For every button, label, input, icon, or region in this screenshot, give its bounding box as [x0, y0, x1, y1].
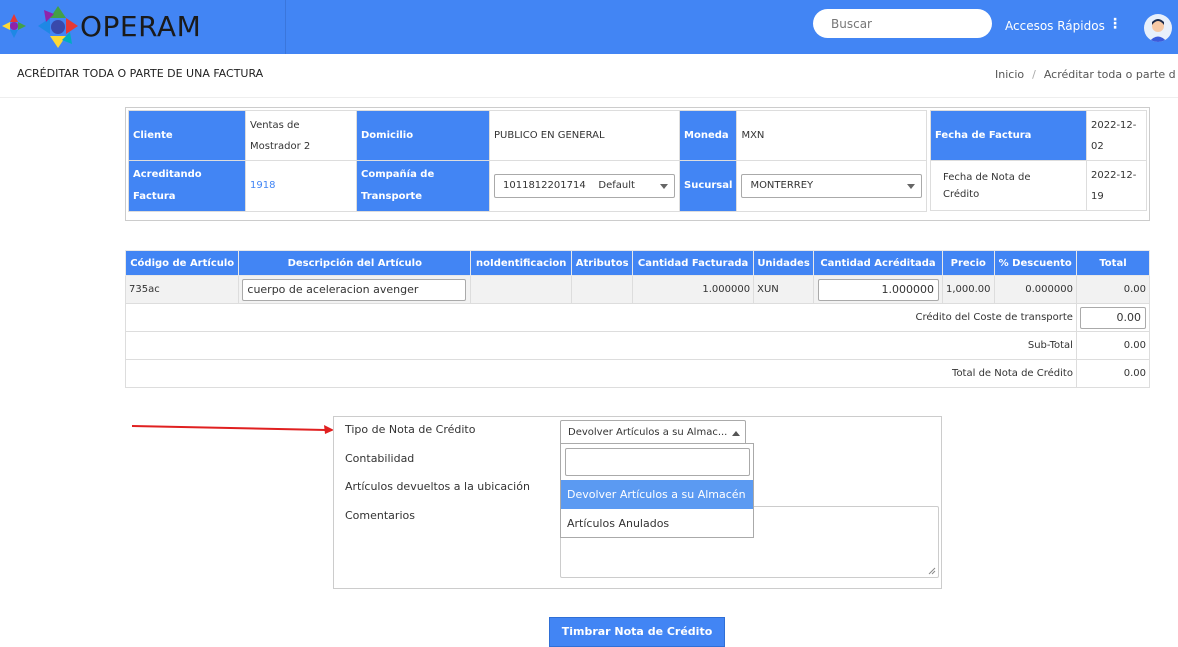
col-cant-acreditada: Cantidad Acréditada	[813, 250, 943, 276]
item-descuento: 0.000000	[993, 275, 1077, 304]
fecha-factura-value: 2022-12- 02	[1086, 110, 1147, 161]
quick-access-link[interactable]: Accesos Rápidos	[1005, 19, 1105, 33]
brand-name: OPERAM	[80, 10, 202, 43]
fecha-table: Fecha de Factura 2022-12- 02 Fecha de Not…	[930, 110, 1147, 211]
moneda-label: Moneda	[678, 110, 738, 161]
col-noidentificacion: noIdentificacion	[470, 250, 573, 276]
cliente-value: Ventas de Mostrador 2	[245, 110, 357, 161]
fecha-nota-value: 2022-12- 19	[1086, 160, 1147, 211]
col-codigo: Código de Artículo	[124, 250, 240, 276]
domicilio-label: Domicilio	[356, 110, 490, 161]
option-anulados[interactable]: Artículos Anulados	[561, 509, 753, 538]
breadcrumb-current: Acréditar toda o parte d	[1043, 68, 1176, 81]
col-cant-facturada: Cantidad Facturada	[632, 250, 755, 276]
sucursal-cell: MONTERREY	[736, 160, 928, 212]
logo-small-icon	[2, 14, 26, 38]
top-bar: OPERAM Accesos Rápidos ⋮	[0, 0, 1178, 54]
tipo-dropdown-panel: Devolver Artículos a su Almacén Artículo…	[560, 443, 754, 538]
tipo-select[interactable]: Devolver Artículos a su Almac...	[560, 420, 746, 445]
transporte-cell: 1011812201714 Default	[489, 160, 680, 212]
page-title: ACRÉDITAR TODA O PARTE DE UNA FACTURA	[17, 67, 264, 80]
dropdown-search-input[interactable]	[565, 448, 750, 476]
item-descripcion-input[interactable]: cuerpo de aceleracion avenger	[242, 278, 467, 301]
user-avatar-icon	[1149, 19, 1167, 42]
cliente-label: Cliente	[128, 110, 246, 161]
sucursal-label: Sucursal	[678, 160, 738, 212]
table-row: 735ac cuerpo de aceleracion avenger 1.00…	[124, 275, 1151, 304]
subtotal-row: Sub-Total 0.00	[125, 331, 1151, 360]
brand-area[interactable]: OPERAM	[0, 0, 286, 54]
invoice-header-panel: Cliente Ventas de Mostrador 2 Domicilio P…	[125, 107, 1150, 221]
acreditando-value: 1918	[245, 160, 357, 212]
col-descripcion: Descripción del Artículo	[238, 250, 472, 276]
item-cant-acreditada-cell: 1.000000	[813, 275, 943, 304]
total-label: Total de Nota de Crédito	[125, 359, 1077, 388]
subtotal-value: 0.00	[1075, 331, 1151, 360]
timbrar-button[interactable]: Timbrar Nota de Crédito	[549, 617, 725, 647]
divider	[0, 97, 1178, 98]
fecha-factura-label: Fecha de Factura	[930, 110, 1087, 161]
moneda-value: MXN	[736, 110, 928, 161]
red-arrow-icon	[131, 425, 334, 434]
credito-transporte-input[interactable]: 0.00	[1079, 306, 1146, 329]
col-precio: Precio	[942, 250, 995, 276]
resize-handle-icon[interactable]	[928, 567, 936, 575]
col-atributos: Atributos	[571, 250, 634, 276]
cant-acreditada-input[interactable]: 1.000000	[818, 278, 939, 301]
col-descuento: % Descuento	[993, 250, 1077, 276]
acreditando-label: Acreditando Factura	[128, 160, 246, 212]
option-devolver[interactable]: Devolver Artículos a su Almacén	[561, 480, 753, 509]
tipo-label: Tipo de Nota de Crédito	[345, 423, 476, 436]
total-value: 0.00	[1075, 359, 1151, 388]
comentarios-label: Comentarios	[345, 509, 415, 522]
invoice-link[interactable]: 1918	[250, 180, 275, 191]
contabilidad-label: Contabilidad	[345, 452, 415, 465]
col-total: Total	[1075, 250, 1151, 276]
transporte-select[interactable]: 1011812201714 Default	[494, 174, 675, 198]
avatar[interactable]	[1144, 14, 1172, 42]
transporte-label: Compañía de Transporte	[356, 160, 490, 212]
item-total: 0.00	[1075, 275, 1151, 304]
credito-transporte-label: Crédito del Coste de transporte	[125, 303, 1077, 332]
invoice-header-table: Cliente Ventas de Mostrador 2 Domicilio P…	[128, 110, 928, 212]
more-vertical-icon[interactable]: ⋮	[1108, 17, 1122, 31]
transport-credit-row: Crédito del Coste de transporte 0.00	[125, 303, 1151, 332]
articulos-label: Artículos devueltos a la ubicación	[345, 480, 530, 493]
sucursal-select[interactable]: MONTERREY	[741, 174, 923, 198]
item-precio: 1,000.00	[942, 275, 995, 304]
fecha-nota-label: Fecha de Nota de Crédito	[930, 160, 1087, 211]
total-row: Total de Nota de Crédito 0.00	[125, 359, 1151, 388]
item-descripcion-cell: cuerpo de aceleracion avenger	[238, 275, 472, 304]
item-atributos	[571, 275, 634, 304]
logo-icon	[38, 6, 78, 48]
item-noident	[470, 275, 573, 304]
credito-transporte-cell: 0.00	[1075, 303, 1151, 332]
col-unidades: Unidades	[753, 250, 814, 276]
item-unidades: XUN	[753, 275, 814, 304]
items-header-row: Código de Artículo Descripción del Artíc…	[124, 250, 1151, 276]
subtotal-label: Sub-Total	[125, 331, 1077, 360]
domicilio-value: PUBLICO EN GENERAL	[489, 110, 680, 161]
item-codigo: 735ac	[124, 275, 240, 304]
breadcrumb: Inicio / Acréditar toda o parte d	[995, 68, 1176, 81]
item-cant-facturada: 1.000000	[632, 275, 755, 304]
breadcrumb-home[interactable]: Inicio	[995, 68, 1024, 81]
search-input[interactable]	[813, 9, 992, 38]
items-table: Código de Artículo Descripción del Artíc…	[124, 250, 1151, 388]
